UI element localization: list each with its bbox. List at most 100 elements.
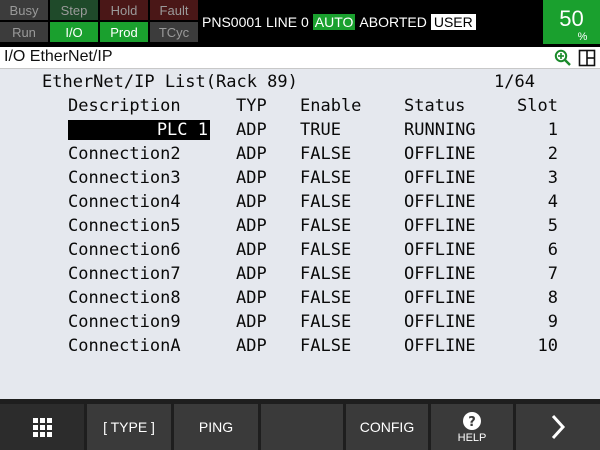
description-cell[interactable]: Connection4	[68, 192, 181, 212]
typ-cell: ADP	[236, 312, 267, 332]
table-row[interactable]: Connection2 ADP FALSE OFFLINE 2	[0, 144, 600, 168]
header-enable: Enable	[300, 96, 362, 116]
lamp-prod: Prod	[100, 22, 148, 42]
lamp-step: Step	[50, 0, 98, 20]
lamp-busy: Busy	[0, 0, 48, 20]
status-lamps: Busy Step Hold Fault Run I/O Prod TCyc	[0, 0, 198, 44]
typ-cell: ADP	[236, 192, 267, 212]
enable-cell[interactable]: FALSE	[300, 240, 351, 260]
enable-cell[interactable]: FALSE	[300, 192, 351, 212]
description-cell[interactable]: ConnectionA	[68, 336, 181, 356]
program-name: PNS0001	[202, 14, 262, 30]
type-button[interactable]: [ TYPE ]	[87, 404, 171, 450]
f3-button[interactable]	[261, 404, 343, 450]
table-row[interactable]: Connection3 ADP FALSE OFFLINE 3	[0, 168, 600, 192]
svg-text:?: ?	[468, 415, 476, 430]
slot-cell: 5	[547, 216, 558, 236]
slot-cell: 8	[547, 288, 558, 308]
table-row[interactable]: Connection9 ADP FALSE OFFLINE 9	[0, 312, 600, 336]
slot-cell: 9	[547, 312, 558, 332]
slot-cell: 6	[547, 240, 558, 260]
chevron-right-icon	[551, 414, 566, 440]
table-row[interactable]: ConnectionA ADP FALSE OFFLINE 10	[0, 336, 600, 360]
grid-icon	[33, 418, 52, 437]
status-cell: OFFLINE	[404, 336, 476, 356]
enable-cell[interactable]: FALSE	[300, 264, 351, 284]
ping-button[interactable]: PING	[174, 404, 258, 450]
slot-cell: 7	[547, 264, 558, 284]
description-cell[interactable]: Connection9	[68, 312, 181, 332]
status-cell: OFFLINE	[404, 240, 476, 260]
enable-cell[interactable]: FALSE	[300, 336, 351, 356]
execution-state: ABORTED	[359, 14, 427, 30]
header-typ: TYP	[236, 96, 267, 116]
lamp-tcyc: TCyc	[150, 22, 198, 42]
header-slot: Slot	[517, 96, 558, 116]
list-title: EtherNet/IP List(Rack 89)	[42, 72, 298, 92]
typ-cell: ADP	[236, 144, 267, 164]
description-cell[interactable]: PLC 1	[68, 120, 210, 140]
status-cell: OFFLINE	[404, 264, 476, 284]
slot-cell: 2	[547, 144, 558, 164]
slot-cell: 1	[547, 120, 558, 140]
typ-cell: ADP	[236, 336, 267, 356]
typ-cell: ADP	[236, 240, 267, 260]
status-bar: Busy Step Hold Fault Run I/O Prod TCyc P…	[0, 0, 600, 44]
zoom-in-icon[interactable]	[554, 49, 572, 67]
slot-cell: 4	[547, 192, 558, 212]
header-description: Description	[68, 96, 181, 116]
status-cell: OFFLINE	[404, 192, 476, 212]
table-row[interactable]: Connection7 ADP FALSE OFFLINE 7	[0, 264, 600, 288]
description-cell[interactable]: Connection2	[68, 144, 181, 164]
enable-cell[interactable]: TRUE	[300, 120, 341, 140]
header-status: Status	[404, 96, 466, 116]
page-indicator: 1/64	[494, 72, 535, 92]
typ-cell: ADP	[236, 288, 267, 308]
slot-cell: 10	[537, 336, 558, 356]
status-cell: OFFLINE	[404, 288, 476, 308]
table-row[interactable]: Connection5 ADP FALSE OFFLINE 5	[0, 216, 600, 240]
status-cell: OFFLINE	[404, 216, 476, 236]
table-row[interactable]: Connection6 ADP FALSE OFFLINE 6	[0, 240, 600, 264]
lamp-run: Run	[0, 22, 48, 42]
program-status-line: PNS0001 LINE 0 AUTO ABORTED USER	[198, 0, 540, 44]
override-value: 50	[559, 6, 584, 31]
description-cell[interactable]: Connection3	[68, 168, 181, 188]
line-number: LINE 0	[265, 14, 309, 30]
status-cell: OFFLINE	[404, 144, 476, 164]
lamp-hold: Hold	[100, 0, 148, 20]
config-button[interactable]: CONFIG	[346, 404, 428, 450]
status-cell: OFFLINE	[404, 312, 476, 332]
ethernet-ip-list: EtherNet/IP List(Rack 89) 1/64 Descripti…	[0, 69, 600, 399]
table-row[interactable]: Connection8 ADP FALSE OFFLINE 8	[0, 288, 600, 312]
table-row[interactable]: PLC 1 ADP TRUE RUNNING 1	[0, 120, 600, 144]
page-title: I/O EtherNet/IP	[4, 48, 113, 65]
enable-cell[interactable]: FALSE	[300, 312, 351, 332]
description-cell[interactable]: Connection8	[68, 288, 181, 308]
description-cell[interactable]: Connection5	[68, 216, 181, 236]
typ-cell: ADP	[236, 216, 267, 236]
next-page-button[interactable]	[516, 404, 600, 450]
lamp-io: I/O	[50, 22, 98, 42]
enable-cell[interactable]: FALSE	[300, 144, 351, 164]
status-cell: RUNNING	[404, 120, 476, 140]
split-window-icon[interactable]	[578, 49, 596, 67]
enable-cell[interactable]: FALSE	[300, 168, 351, 188]
help-button[interactable]: ? HELP	[431, 404, 513, 450]
typ-cell: ADP	[236, 120, 267, 140]
typ-cell: ADP	[236, 168, 267, 188]
screen-title-bar: I/O EtherNet/IP	[0, 47, 600, 69]
menu-button[interactable]	[0, 404, 84, 450]
softkey-bar: [ TYPE ] PING CONFIG ? HELP	[0, 399, 600, 450]
status-cell: OFFLINE	[404, 168, 476, 188]
slot-cell: 3	[547, 168, 558, 188]
description-cell[interactable]: Connection7	[68, 264, 181, 284]
override-speed[interactable]: 50 %	[543, 0, 600, 44]
enable-cell[interactable]: FALSE	[300, 216, 351, 236]
enable-cell[interactable]: FALSE	[300, 288, 351, 308]
override-unit: %	[577, 31, 588, 43]
table-row[interactable]: Connection4 ADP FALSE OFFLINE 4	[0, 192, 600, 216]
lamp-fault: Fault	[150, 0, 198, 20]
help-label: HELP	[457, 431, 487, 444]
description-cell[interactable]: Connection6	[68, 240, 181, 260]
